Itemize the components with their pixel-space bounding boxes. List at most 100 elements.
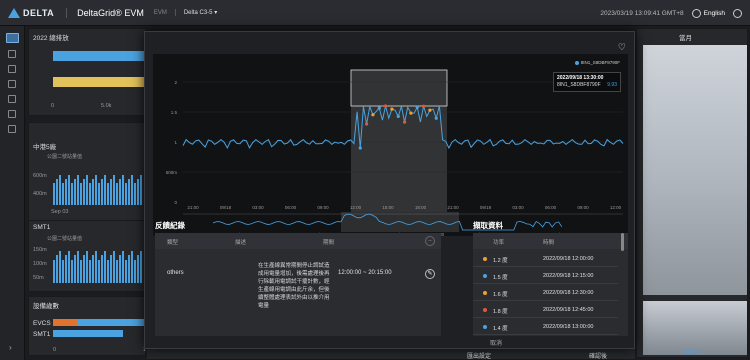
x-label: 21:00: [187, 205, 199, 210]
mini-bar: [68, 250, 70, 283]
feedback-desc: 在生產線異常期間停止調試造成用電量增加，後需處理後再行除載用電調試干擾計數，經生…: [258, 263, 330, 309]
data-point[interactable]: [390, 107, 394, 111]
selection-header-time: 時間: [543, 240, 555, 246]
data-point[interactable]: [371, 113, 375, 117]
mini-bar: [86, 250, 88, 283]
feedback-table: 類型 描述 期間 – others 在生產線異常期間停止調試造成用電量增加，後需…: [155, 233, 441, 336]
smt-ytick-2: 50m: [33, 275, 44, 281]
mini-bar: [74, 178, 76, 205]
expand-icon[interactable]: ›: [9, 343, 12, 352]
mini-bar: [77, 250, 79, 283]
row-power: 1.6 度: [493, 292, 508, 298]
data-point[interactable]: [383, 104, 388, 108]
mini-bar: [104, 250, 106, 283]
report-icon[interactable]: [8, 65, 16, 73]
data-point[interactable]: [364, 122, 369, 126]
mini-bar: [98, 259, 100, 283]
photo-label: SMT1: [683, 349, 701, 356]
selection-header: 功率 時間: [473, 233, 628, 249]
site-photo-1: [643, 45, 747, 295]
export-button[interactable]: 匯出設定: [467, 351, 491, 360]
y-label: 1.5: [171, 110, 178, 115]
x-label: 09/19: [480, 205, 492, 210]
settings-icon[interactable]: [8, 125, 16, 133]
brand-name: DELTA: [23, 7, 55, 18]
selection-row[interactable]: 1.8 度 2022/09/18 12:45:00: [473, 302, 618, 318]
delta-logo[interactable]: DELTA: [8, 7, 55, 18]
site-select[interactable]: Delta C3-5 ▾: [174, 9, 217, 16]
edit-icon[interactable]: ✎: [425, 269, 435, 279]
mini-bar: [113, 250, 115, 283]
mini-bar: [134, 259, 136, 283]
dashboard-icon[interactable]: [5, 33, 19, 43]
mini-bar: [110, 178, 112, 205]
app-subtitle: EVM: [153, 9, 167, 16]
mini-bar: [128, 255, 130, 283]
charging-icon[interactable]: [8, 50, 16, 58]
mini-bar: [92, 255, 94, 283]
selection-row[interactable]: 1.2 度 2022/09/18 12:00:00: [473, 251, 618, 267]
user-icon[interactable]: [733, 8, 742, 18]
data-point[interactable]: [434, 116, 438, 120]
tooltip-time: 2022/09/18 13:30:00: [557, 75, 604, 81]
globe-icon: [691, 8, 701, 18]
plant-xtick-0: Sep 03: [51, 209, 69, 215]
heart-icon[interactable]: ♡: [618, 42, 626, 53]
mini-bar: [113, 174, 115, 205]
y-axis-labels: 2 1.5 1 500m 0: [166, 80, 178, 205]
device-label-smt1: SMT1: [33, 331, 51, 338]
list-icon[interactable]: [8, 80, 16, 88]
legend-label: 8IN1_S8DBF8790F: [580, 60, 620, 65]
smt-panel: SMT1 公園二號站量值 150m 100m 50m: [28, 220, 146, 292]
mini-bar: [62, 259, 64, 283]
month-select[interactable]: 當月: [679, 32, 692, 42]
mini-bar: [62, 182, 64, 205]
row-dot-icon: [483, 274, 487, 278]
mini-bar: [134, 182, 136, 205]
mini-bar: [80, 259, 82, 283]
plant-subtitle: 公園二號站量值: [47, 154, 83, 160]
data-point[interactable]: [428, 108, 432, 112]
data-point[interactable]: [415, 105, 419, 109]
data-point[interactable]: [421, 104, 426, 108]
mini-bar: [83, 178, 85, 205]
data-point[interactable]: [402, 120, 407, 124]
selection-scrollbar[interactable]: [621, 233, 624, 251]
detail-modal: ♡ 2 1.5 1 500m 0 21:00 09/18 03:00 06:00 09:00 12…: [144, 31, 635, 349]
yearly-tick-1: 5.0k: [101, 103, 112, 109]
power-chart[interactable]: 2 1.5 1 500m 0 21:00 09/18 03:00 06:00 09:00 12:0…: [153, 54, 628, 237]
document-icon[interactable]: [8, 95, 16, 103]
mini-bar: [119, 255, 121, 283]
chart-legend[interactable]: 8IN1_S8DBF8790F: [574, 60, 620, 65]
feedback-header-period: 期間: [323, 240, 335, 246]
data-point[interactable]: [358, 146, 362, 150]
data-point[interactable]: [396, 114, 400, 119]
confirm-button[interactable]: 確認後: [589, 351, 607, 360]
minus-circle-icon[interactable]: –: [425, 236, 435, 246]
network-icon[interactable]: [8, 110, 16, 118]
selection-title: 擷取資料: [473, 221, 503, 230]
row-time: 2022/09/18 12:45:00: [543, 307, 594, 313]
row-power: 1.4 度: [493, 326, 508, 332]
mini-bar: [137, 255, 139, 283]
smt-ytick-1: 100m: [33, 261, 47, 267]
y-label: 1: [174, 140, 177, 145]
language-select[interactable]: English: [691, 8, 725, 18]
selection-row[interactable]: 1.5 度 2022/09/18 12:15:00: [473, 268, 618, 284]
mini-bar: [65, 178, 67, 205]
y-label: 2: [174, 80, 177, 85]
selection-row[interactable]: 1.6 度 2022/09/18 12:30:00: [473, 285, 618, 301]
plant-panel: 中港5廠 公園二號站量值 600m 400m Sep 03: [28, 122, 146, 222]
x-label: 06:00: [285, 205, 297, 210]
device-title: 設備歲數: [33, 303, 59, 310]
data-point[interactable]: [409, 111, 413, 115]
selection-region[interactable]: [351, 70, 447, 212]
mini-bar: [59, 174, 61, 205]
x-label: 09:00: [317, 205, 329, 210]
cancel-button[interactable]: 取消: [490, 338, 502, 347]
x-label: 03:00: [512, 205, 524, 210]
row-dot-icon: [483, 257, 487, 261]
mini-bar: [101, 255, 103, 283]
data-point[interactable]: [377, 106, 381, 110]
selection-row[interactable]: 1.4 度 2022/09/18 13:00:00: [473, 319, 618, 335]
